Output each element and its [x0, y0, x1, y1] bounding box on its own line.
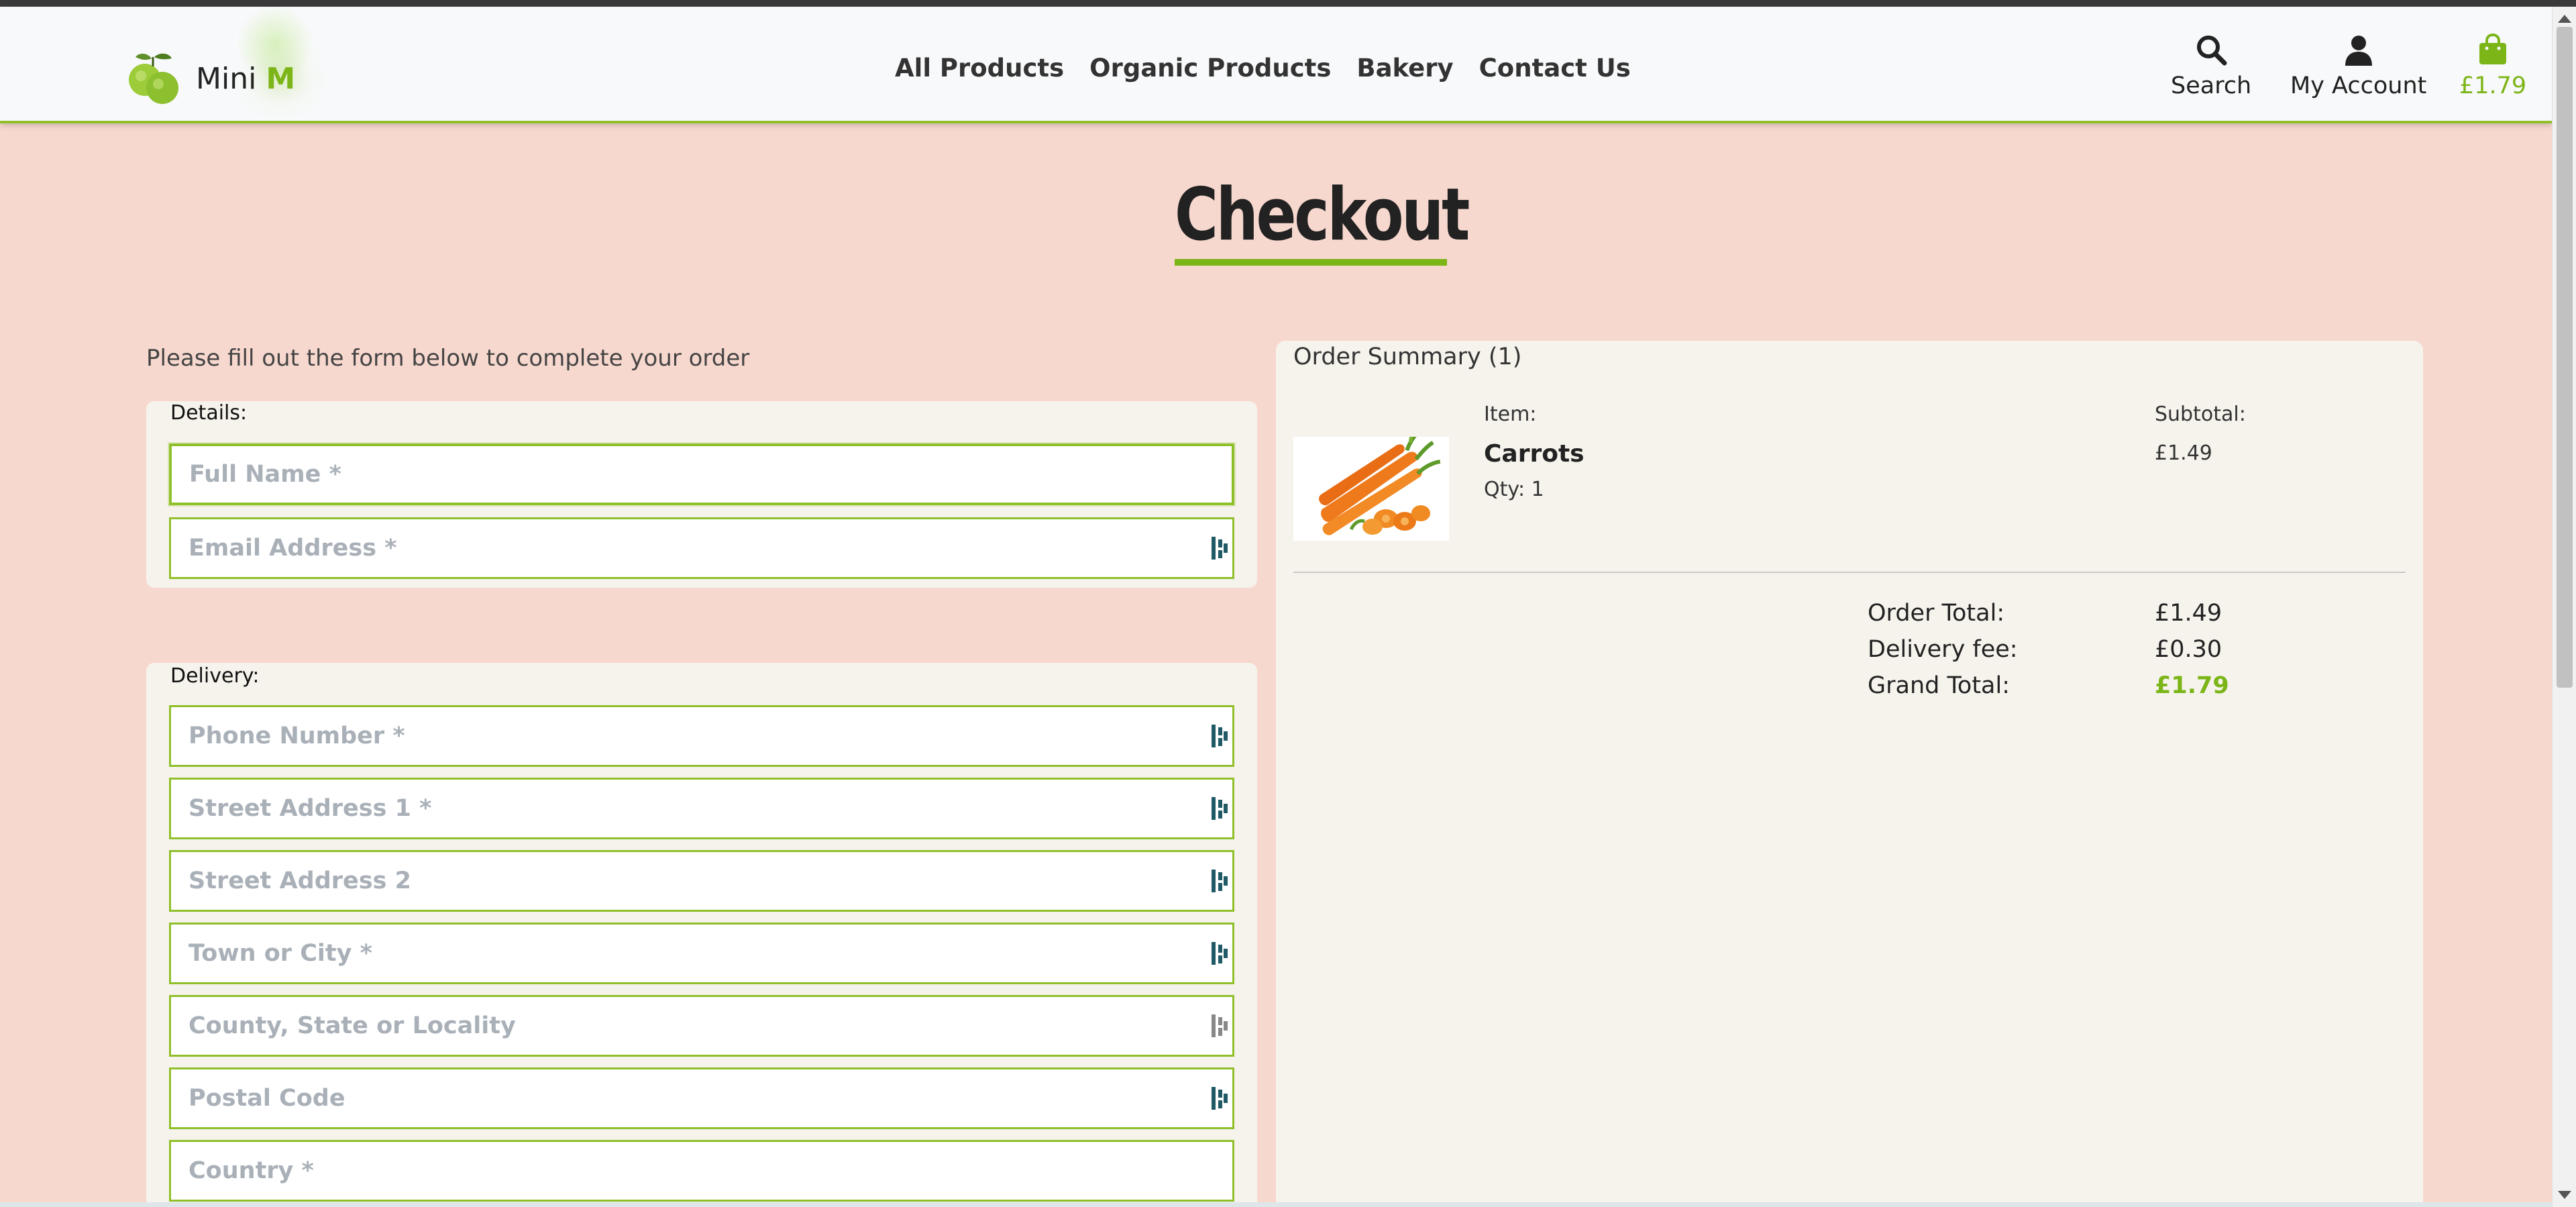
street-address-1-field[interactable]: [169, 778, 1234, 839]
autofill-icon[interactable]: [1212, 797, 1229, 820]
search-label: Search: [2171, 72, 2252, 99]
form-intro: Please fill out the form below to comple…: [146, 345, 750, 372]
my-account-label: My Account: [2290, 72, 2427, 99]
user-icon: [2345, 36, 2372, 66]
scrollbar-thumb[interactable]: [2557, 27, 2573, 688]
search-button[interactable]: Search: [2171, 34, 2251, 99]
grand-total-label: Grand Total:: [1868, 672, 2010, 699]
autofill-icon[interactable]: [1212, 537, 1229, 560]
page-title: Checkout: [1175, 173, 1470, 257]
autofill-icon[interactable]: [1212, 870, 1229, 892]
order-total-value: £1.49: [2155, 600, 2222, 627]
delivery-fee-value: £0.30: [2155, 636, 2222, 663]
full-name-field[interactable]: [169, 443, 1234, 505]
town-or-city-field[interactable]: [169, 923, 1234, 984]
cart-total: £1.79: [2459, 72, 2527, 99]
nav-all-products[interactable]: All Products: [895, 54, 1064, 83]
scroll-up-arrow-icon[interactable]: [2558, 15, 2571, 23]
order-total-label: Order Total:: [1868, 600, 2005, 627]
carrots-product-image: [1293, 437, 1449, 541]
autofill-icon[interactable]: [1212, 1087, 1229, 1110]
shopping-bag-icon: [2479, 34, 2507, 64]
street-address-2-field[interactable]: [169, 850, 1234, 912]
brand-logo[interactable]: Mini M: [125, 42, 295, 115]
brand-name: Mini M: [196, 61, 296, 96]
order-summary-title: Order Summary (1): [1293, 344, 1522, 370]
autofill-icon[interactable]: [1212, 942, 1229, 965]
cart-button[interactable]: £1.79: [2459, 34, 2526, 99]
cart-item-name: Carrots: [1484, 440, 1585, 468]
autofill-icon[interactable]: [1212, 1014, 1229, 1037]
autofill-icon[interactable]: [1212, 725, 1229, 747]
county-field[interactable]: [169, 995, 1234, 1057]
brand-accent-letter: M: [266, 61, 296, 96]
delivery-fee-label: Delivery fee:: [1868, 636, 2018, 663]
country-field[interactable]: [169, 1140, 1234, 1202]
postal-code-field[interactable]: [169, 1067, 1234, 1129]
nav-contact-us[interactable]: Contact Us: [1479, 54, 1631, 83]
delivery-label: Delivery:: [170, 664, 260, 688]
details-label: Details:: [170, 401, 248, 425]
browser-top-strip: [0, 0, 2576, 7]
summary-divider: [1293, 572, 2406, 573]
main-nav: All Products Organic Products Bakery Con…: [895, 54, 1631, 83]
search-icon: [2197, 36, 2227, 66]
my-account-button[interactable]: My Account: [2290, 34, 2426, 99]
cart-item-subtotal: £1.49: [2155, 441, 2212, 465]
details-fieldset: Details:: [146, 401, 1257, 588]
order-summary: Order Summary (1) Item: Subtotal: Carrot…: [1276, 341, 2423, 1207]
apple-logo-icon: [125, 50, 181, 107]
subtotal-column-label: Subtotal:: [2155, 403, 2246, 426]
nav-bakery[interactable]: Bakery: [1356, 54, 1453, 83]
grand-total-value: £1.79: [2155, 672, 2229, 699]
site-header: Mini M All Products Organic Products Bak…: [0, 7, 2552, 123]
scroll-down-arrow-icon[interactable]: [2558, 1191, 2571, 1199]
bottom-edge: [0, 1202, 2552, 1207]
page-scrollbar[interactable]: [2552, 7, 2576, 1207]
title-underline: [1175, 259, 1447, 266]
nav-organic-products[interactable]: Organic Products: [1089, 54, 1331, 83]
item-column-label: Item:: [1484, 403, 1537, 426]
delivery-fieldset: Delivery:: [146, 663, 1257, 1207]
phone-number-field[interactable]: [169, 705, 1234, 767]
email-field[interactable]: [169, 517, 1234, 579]
cart-item-qty: Qty: 1: [1484, 478, 1544, 501]
